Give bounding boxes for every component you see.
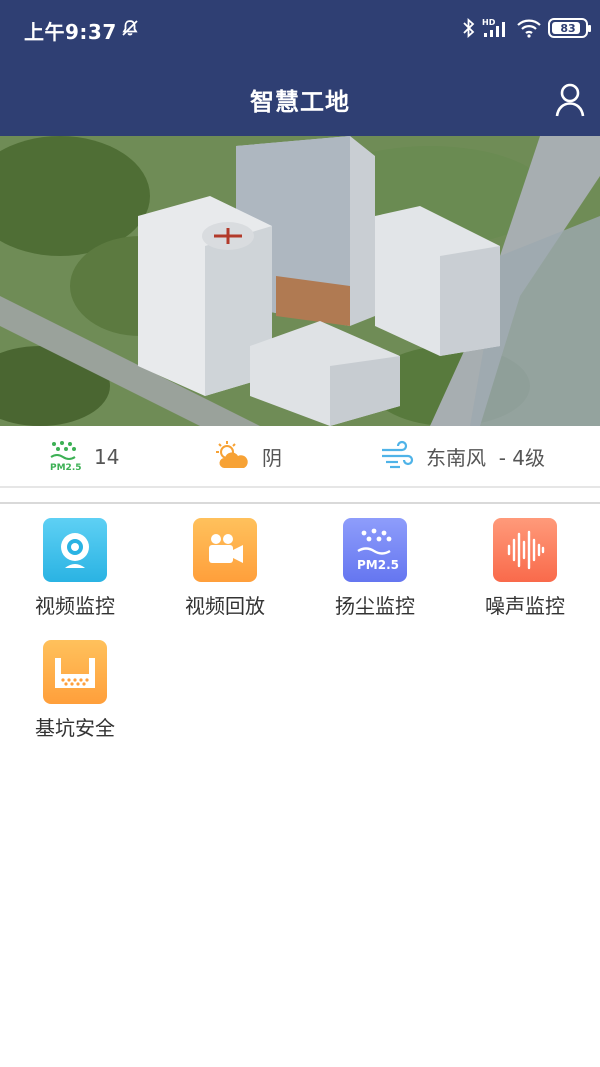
webcam-icon <box>43 518 107 582</box>
svg-text:HD: HD <box>482 18 496 27</box>
battery-icon: 83 <box>548 18 591 38</box>
weather-condition: 阴 <box>214 440 282 472</box>
weather-bar: PM2.5 14 阴 东南风 - 4级 <box>0 426 600 488</box>
status-bar: 上午9:37 HD 83 <box>0 0 600 58</box>
section-divider <box>0 502 600 504</box>
wifi-icon <box>517 19 541 38</box>
menu-label: 噪声监控 <box>485 594 565 618</box>
status-icons: HD 83 <box>462 15 591 41</box>
silent-icon <box>122 20 138 36</box>
battery-level: 83 <box>560 21 576 35</box>
menu-label: 扬尘监控 <box>335 594 415 618</box>
status-time: 上午9:37 <box>24 20 117 44</box>
pm25-value: 14 <box>94 445 120 469</box>
menu-video-playback[interactable]: 视频回放 <box>150 518 300 628</box>
page-title: 智慧工地 <box>250 88 350 116</box>
pm25-icon-label: PM2.5 <box>50 463 82 473</box>
cloudy-sun-icon <box>216 441 248 468</box>
wind-icon <box>382 440 414 469</box>
menu-label: 基坑安全 <box>35 716 115 740</box>
menu-label: 视频监控 <box>35 594 115 618</box>
site-banner-image <box>0 136 600 426</box>
weather-condition-text: 阴 <box>262 445 282 470</box>
menu-dust-monitoring[interactable]: PM2.5 扬尘监控 <box>300 518 450 628</box>
wind-text: 东南风 - 4级 <box>426 445 546 470</box>
pm25-reading: PM2.5 14 <box>48 440 119 474</box>
menu-label: 视频回放 <box>185 594 265 618</box>
app-header: 上午9:37 HD 83 智慧工地 <box>0 0 600 136</box>
bluetooth-icon <box>463 17 475 39</box>
video-camera-icon <box>193 518 257 582</box>
wind-reading: 东南风 - 4级 <box>380 440 545 472</box>
pm25-icon-label: PM2.5 <box>357 558 399 572</box>
user-profile-icon[interactable] <box>554 82 586 118</box>
menu-video-monitoring[interactable]: 视频监控 <box>0 518 150 628</box>
menu-noise-monitoring[interactable]: 噪声监控 <box>450 518 600 628</box>
pm25-dust-icon: PM2.5 <box>343 518 407 582</box>
construction-site-illustration <box>0 136 600 426</box>
menu-foundation-pit-safety[interactable]: 基坑安全 <box>0 640 150 750</box>
pm25-icon: PM2.5 <box>50 441 82 473</box>
sound-wave-icon <box>493 518 557 582</box>
foundation-pit-icon <box>43 640 107 704</box>
cellular-signal-icon: HD <box>482 18 505 37</box>
